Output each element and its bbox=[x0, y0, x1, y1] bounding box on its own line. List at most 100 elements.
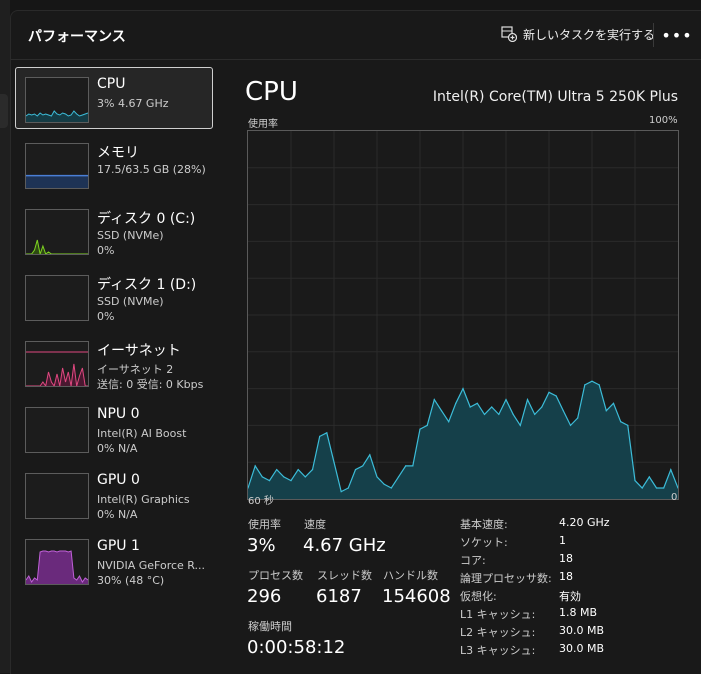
uptime-value: 0:00:58:12 bbox=[247, 637, 346, 658]
spec-value: 1.8 MB bbox=[559, 606, 598, 619]
cpu-usage-area bbox=[248, 381, 678, 499]
uptime-label: 稼働時間 bbox=[248, 620, 292, 633]
sidebar-item-name: CPU bbox=[97, 76, 126, 92]
cpu-usage-point bbox=[268, 480, 271, 482]
sidebar-item-gpu0[interactable]: GPU 0 Intel(R) Graphics 0% N/A bbox=[15, 463, 213, 525]
nav-selected-indicator bbox=[0, 94, 8, 128]
usage-fill bbox=[26, 111, 88, 122]
cpu-usage-point bbox=[448, 421, 450, 423]
sidebar-thumbnail bbox=[25, 77, 89, 123]
sidebar-item-detail: Intel(R) AI Boost bbox=[97, 427, 187, 440]
sidebar-item-status: 0% N/A bbox=[97, 442, 138, 455]
handles-label: ハンドル数 bbox=[383, 569, 438, 582]
sidebar-thumbnail bbox=[25, 143, 89, 189]
sidebar-item-name: メモリ bbox=[97, 145, 139, 161]
cpu-usage-point bbox=[440, 410, 443, 412]
spec-label: コア: bbox=[460, 554, 486, 567]
cpu-usage-point bbox=[577, 417, 579, 419]
cpu-usage-point bbox=[304, 476, 306, 478]
sidebar-item-name: GPU 1 bbox=[97, 538, 140, 554]
sidebar-item-name: NPU 0 bbox=[97, 406, 140, 422]
new-task-label: 新しいタスクを実行する bbox=[523, 27, 656, 42]
cpu-usage-point bbox=[469, 406, 471, 408]
sidebar-item-detail: 3% 4.67 GHz bbox=[97, 97, 169, 110]
cpu-usage-point bbox=[548, 391, 550, 393]
sidebar-item-memory[interactable]: メモリ 17.5/63.5 GB (28%) bbox=[15, 133, 213, 195]
cpu-usage-point bbox=[562, 410, 564, 412]
cpu-usage-point bbox=[462, 388, 464, 390]
cpu-usage-point bbox=[383, 483, 385, 485]
spec-label: 論理プロセッサ数: bbox=[460, 572, 552, 585]
page-title: パフォーマンス bbox=[28, 29, 126, 45]
sidebar-item-npu[interactable]: NPU 0 Intel(R) AI Boost 0% N/A bbox=[15, 397, 213, 459]
spec-value: 30.0 MB bbox=[559, 624, 605, 637]
sidebar-item-disk0[interactable]: ディスク 0 (C:) SSD (NVMe) 0% bbox=[15, 199, 213, 261]
y-axis-max-label: 100% bbox=[649, 115, 678, 126]
cpu-usage-point bbox=[526, 399, 529, 401]
sidebar-thumbnail bbox=[25, 209, 89, 255]
cpu-usage-point bbox=[555, 395, 557, 397]
cpu-usage-point bbox=[326, 432, 328, 434]
spec-value: 18 bbox=[559, 570, 573, 583]
sidebar-item-cpu[interactable]: CPU 3% 4.67 GHz bbox=[15, 67, 213, 129]
cpu-usage-point bbox=[569, 424, 572, 426]
cpu-usage-point bbox=[491, 406, 493, 408]
spec-value: 1 bbox=[559, 534, 566, 547]
cpu-usage-point bbox=[347, 487, 349, 489]
sidebar-thumbnail bbox=[25, 473, 89, 519]
sidebar-item-status: 30% (48 °C) bbox=[97, 574, 165, 587]
cpu-usage-point bbox=[655, 487, 658, 489]
spec-value: 18 bbox=[559, 552, 573, 565]
sidebar-item-disk1[interactable]: ディスク 1 (D:) SSD (NVMe) 0% bbox=[15, 265, 213, 327]
processes-value: 296 bbox=[247, 586, 282, 607]
cpu-usage-point bbox=[505, 399, 507, 401]
sidebar-item-gpu1[interactable]: GPU 1 NVIDIA GeForce R... 30% (48 °C) bbox=[15, 529, 213, 591]
cpu-usage-point bbox=[283, 476, 285, 478]
cpu-usage-point bbox=[648, 476, 650, 478]
cpu-usage-point bbox=[290, 480, 292, 482]
sidebar-item-detail: 17.5/63.5 GB (28%) bbox=[97, 163, 206, 176]
sidebar-item-detail: Intel(R) Graphics bbox=[97, 493, 190, 506]
sidebar-item-status: 0% bbox=[97, 244, 115, 257]
new-task-icon bbox=[501, 26, 517, 42]
cpu-usage-point bbox=[612, 402, 615, 404]
new-task-button[interactable]: 新しいタスクを実行する bbox=[501, 20, 655, 48]
cpu-model: Intel(R) Core(TM) Ultra 5 250K Plus bbox=[432, 89, 678, 105]
threads-value: 6187 bbox=[316, 586, 362, 607]
spec-label: 基本速度: bbox=[460, 518, 508, 531]
cpu-usage-point bbox=[598, 384, 600, 386]
cpu-usage-point bbox=[498, 413, 500, 415]
header: パフォーマンス 新しいタスクを実行する ••• bbox=[11, 11, 701, 60]
processes-label: プロセス数 bbox=[248, 569, 303, 582]
cpu-usage-point bbox=[376, 476, 378, 478]
cpu-usage-point bbox=[390, 487, 392, 489]
sidebar-item-status: 0% N/A bbox=[97, 508, 138, 521]
cpu-usage-point bbox=[584, 384, 586, 386]
cpu-usage-point bbox=[641, 487, 643, 489]
sidebar-item-ethernet[interactable]: イーサネット イーサネット 2 送信: 0 受信: 0 Kbps bbox=[15, 331, 213, 393]
more-options-button[interactable]: ••• bbox=[661, 21, 691, 49]
sidebar-thumbnail bbox=[25, 275, 89, 321]
cpu-usage-point bbox=[333, 461, 335, 463]
memory-level-fill bbox=[26, 175, 88, 188]
resource-list: CPU 3% 4.67 GHz メモリ 17.5/63.5 GB (28%) ディスク … bbox=[15, 67, 217, 595]
cpu-usage-point bbox=[311, 469, 314, 471]
cpu-usage-graph bbox=[247, 130, 679, 500]
cpu-usage-point bbox=[254, 465, 256, 467]
cpu-usage-point bbox=[634, 480, 636, 482]
cpu-usage-point bbox=[519, 424, 521, 426]
cpu-usage-point bbox=[476, 402, 478, 404]
sidebar-item-detail: SSD (NVMe) bbox=[97, 229, 164, 242]
threads-label: スレッド数 bbox=[317, 569, 372, 582]
cpu-usage-chart bbox=[248, 131, 678, 499]
cpu-usage-point bbox=[297, 469, 299, 471]
usage-value: 3% bbox=[247, 535, 276, 556]
cpu-usage-point bbox=[541, 406, 543, 408]
cpu-usage-point bbox=[433, 399, 435, 401]
sidebar-item-status: 0% bbox=[97, 310, 115, 323]
speed-value: 4.67 GHz bbox=[303, 535, 386, 556]
handles-value: 154608 bbox=[382, 586, 451, 607]
speed-label: 速度 bbox=[304, 518, 326, 531]
cpu-usage-point bbox=[261, 476, 263, 478]
cpu-usage-point bbox=[483, 413, 486, 415]
